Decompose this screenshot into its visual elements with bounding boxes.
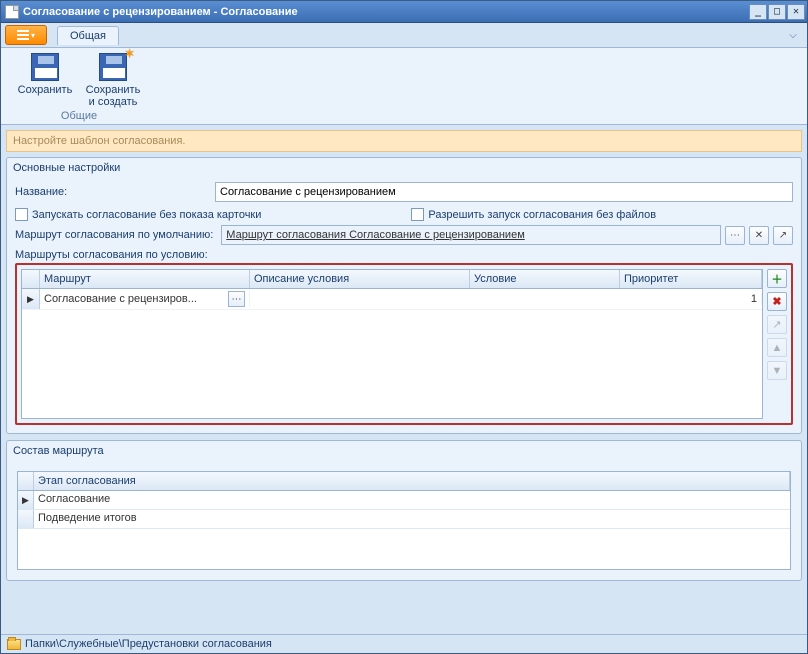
default-route-field[interactable]: Маршрут согласования Согласование с реце… bbox=[221, 225, 721, 245]
tab-general[interactable]: Общая bbox=[57, 26, 119, 45]
panel-route-title: Состав маршрута bbox=[7, 441, 801, 461]
minimize-button[interactable]: _ bbox=[749, 4, 767, 20]
table-row[interactable]: ▶ Согласование с рецензиров... ⋯ 1 bbox=[22, 289, 762, 310]
checkbox-icon bbox=[411, 208, 424, 221]
stages-grid[interactable]: Этап согласования ▶ Согласование Подведе… bbox=[17, 471, 791, 570]
statusbar: Папки\Служебные\Предустановки согласован… bbox=[1, 634, 807, 653]
col-route[interactable]: Маршрут bbox=[40, 270, 250, 288]
save-create-icon bbox=[99, 53, 127, 81]
name-label: Название: bbox=[15, 186, 215, 198]
move-down-button: ▼ bbox=[767, 361, 787, 380]
panel-route-composition: Состав маршрута Этап согласования ▶ Согл… bbox=[6, 440, 802, 581]
ribbon: ▾ Общая ⌵ Сохранить Сохранить и создать … bbox=[1, 23, 807, 125]
route-open-button[interactable]: ↗ bbox=[773, 226, 793, 245]
breadcrumb[interactable]: Папки\Служебные\Предустановки согласован… bbox=[25, 638, 272, 650]
default-route-label: Маршрут согласования по умолчанию: bbox=[15, 229, 213, 241]
route-picker-button[interactable]: ⋯ bbox=[725, 226, 745, 245]
chevron-down-icon: ▾ bbox=[31, 31, 35, 40]
open-row-button: ↗ bbox=[767, 315, 787, 334]
panel-main-settings: Основные настройки Название: Запускать с… bbox=[6, 157, 802, 434]
row-indicator-icon: ▶ bbox=[22, 289, 40, 309]
col-priority[interactable]: Приоритет bbox=[620, 270, 762, 288]
save-button[interactable]: Сохранить bbox=[15, 52, 75, 108]
collapse-ribbon-button[interactable]: ⌵ bbox=[785, 27, 801, 43]
chk-launch-without-card[interactable]: Запускать согласование без показа карточ… bbox=[15, 208, 261, 221]
checkbox-icon bbox=[15, 208, 28, 221]
route-clear-button[interactable]: ✕ bbox=[749, 226, 769, 245]
save-create-label: Сохранить и создать bbox=[83, 84, 143, 108]
row-indicator-icon: ▶ bbox=[18, 491, 34, 509]
routes-by-condition-label: Маршруты согласования по условию: bbox=[15, 249, 793, 261]
close-button[interactable]: ✕ bbox=[787, 4, 805, 20]
save-icon bbox=[31, 53, 59, 81]
grid-corner bbox=[22, 270, 40, 288]
save-and-create-button[interactable]: Сохранить и создать bbox=[83, 52, 143, 108]
folder-icon bbox=[7, 639, 21, 650]
save-label: Сохранить bbox=[18, 84, 73, 96]
table-row[interactable]: Подведение итогов bbox=[18, 510, 790, 529]
grid-corner bbox=[18, 472, 34, 490]
col-condition-desc[interactable]: Описание условия bbox=[250, 270, 470, 288]
ribbon-group-label: Общие bbox=[61, 110, 97, 122]
delete-row-button[interactable]: ✖ bbox=[767, 292, 787, 311]
menu-icon bbox=[17, 30, 29, 40]
window-title: Согласование с рецензированием - Согласо… bbox=[23, 6, 749, 18]
titlebar: Согласование с рецензированием - Согласо… bbox=[1, 1, 807, 23]
app-menu-button[interactable]: ▾ bbox=[5, 25, 47, 45]
name-field[interactable] bbox=[215, 182, 793, 202]
table-row[interactable]: ▶ Согласование bbox=[18, 491, 790, 510]
routes-grid-container: Маршрут Описание условия Условие Приорит… bbox=[15, 263, 793, 425]
routes-grid[interactable]: Маршрут Описание условия Условие Приорит… bbox=[21, 269, 763, 419]
maximize-button[interactable]: □ bbox=[768, 4, 786, 20]
cell-picker-button[interactable]: ⋯ bbox=[228, 291, 245, 307]
col-condition[interactable]: Условие bbox=[470, 270, 620, 288]
chk-allow-without-files[interactable]: Разрешить запуск согласования без файлов bbox=[411, 208, 656, 221]
panel-main-title: Основные настройки bbox=[7, 158, 801, 178]
add-row-button[interactable]: ＋ bbox=[767, 269, 787, 288]
hint-bar: Настройте шаблон согласования. bbox=[6, 130, 802, 152]
col-stage[interactable]: Этап согласования bbox=[34, 472, 790, 490]
document-icon bbox=[5, 5, 19, 19]
move-up-button: ▲ bbox=[767, 338, 787, 357]
